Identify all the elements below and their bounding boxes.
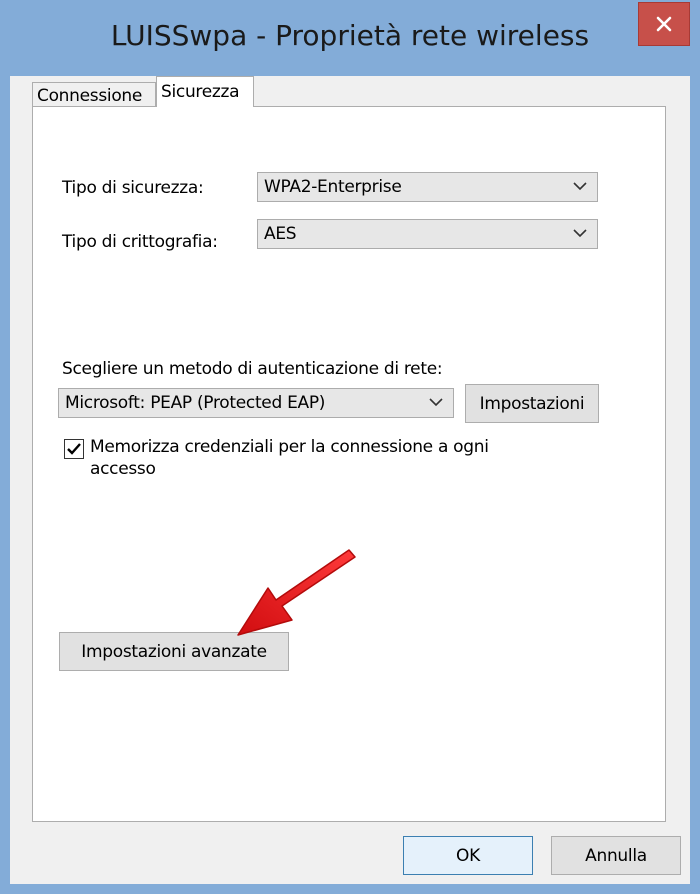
- dialog-client: Connessione Sicurezza Tipo di sicurezza:…: [10, 76, 690, 884]
- security-type-select[interactable]: WPA2-Enterprise: [257, 172, 598, 202]
- auth-settings-button[interactable]: Impostazioni: [465, 384, 599, 423]
- chevron-down-icon: [429, 398, 443, 407]
- encryption-type-value: AES: [264, 224, 297, 244]
- tab-connessione[interactable]: Connessione: [32, 82, 156, 106]
- dialog-window: LUISSwpa - Proprietà rete wireless Conne…: [0, 0, 700, 894]
- title-bar[interactable]: LUISSwpa - Proprietà rete wireless: [0, 0, 700, 76]
- tab-sicurezza[interactable]: Sicurezza: [156, 76, 254, 107]
- chevron-down-icon: [573, 182, 587, 191]
- auth-method-label: Scegliere un metodo di autenticazione di…: [62, 359, 443, 379]
- remember-credentials-label-line2: accesso: [90, 459, 156, 479]
- advanced-settings-button[interactable]: Impostazioni avanzate: [59, 632, 289, 671]
- security-type-label: Tipo di sicurezza:: [62, 178, 204, 198]
- close-icon: [656, 16, 672, 32]
- remember-credentials-label-line1: Memorizza credenziali per la connessione…: [90, 437, 489, 457]
- encryption-type-label: Tipo di crittografia:: [62, 232, 218, 252]
- remember-credentials-checkbox[interactable]: [64, 439, 84, 459]
- cancel-button[interactable]: Annulla: [551, 836, 681, 875]
- auth-method-select[interactable]: Microsoft: PEAP (Protected EAP): [58, 388, 454, 418]
- window-title: LUISSwpa - Proprietà rete wireless: [110, 19, 590, 52]
- checkmark-icon: [67, 443, 81, 455]
- encryption-type-select[interactable]: AES: [257, 219, 598, 249]
- security-tab-panel: Tipo di sicurezza: WPA2-Enterprise Tipo …: [32, 106, 666, 822]
- security-type-value: WPA2-Enterprise: [264, 177, 402, 197]
- auth-method-value: Microsoft: PEAP (Protected EAP): [65, 393, 326, 413]
- ok-button[interactable]: OK: [403, 836, 533, 875]
- close-button[interactable]: [638, 2, 690, 46]
- chevron-down-icon: [573, 229, 587, 238]
